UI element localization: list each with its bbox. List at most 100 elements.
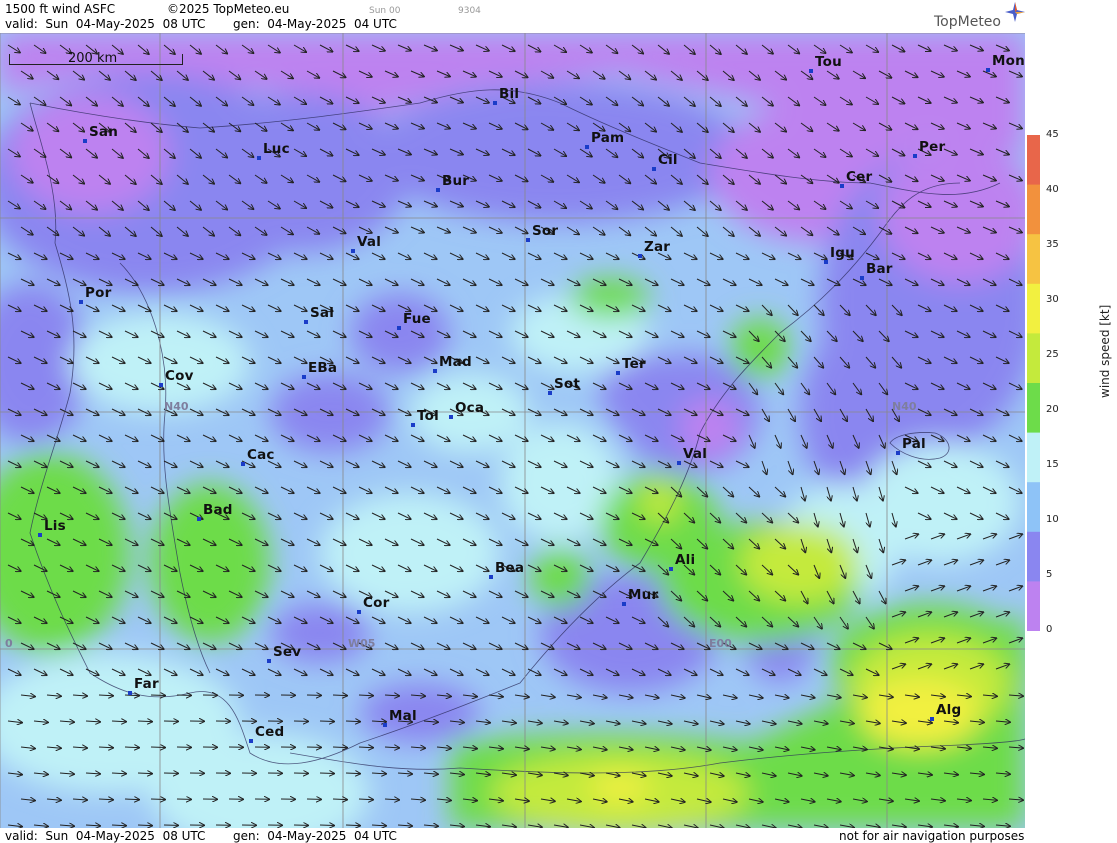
city-label: Cor [363,595,390,611]
wind-arrow [137,825,152,826]
city-dot [357,610,361,614]
footer-generated-time: gen: 04-May-2025 04 UTC [233,829,397,843]
city-label: Ali [675,552,696,568]
city-dot [241,462,245,466]
wind-field [0,33,1025,828]
city-dot [669,567,673,571]
city-label: Mon [992,53,1025,69]
wind-arrow [111,773,126,774]
city-label: Mal [389,708,417,724]
wind-arrow [111,721,126,722]
legend-tick-label: 40 [1046,184,1059,195]
city-dot [548,391,552,395]
city-dot [449,415,453,419]
city-dot [83,139,87,143]
legend-color-swatch [1027,234,1040,285]
copyright: ©2025 TopMeteo.eu [167,2,290,16]
city-label: Tou [815,54,842,70]
city-label: Bur [442,173,470,189]
legend-tick-label: 30 [1046,294,1059,305]
city-dot [616,371,620,375]
city-label: Sev [273,644,302,660]
grid-label-n40-west: N40 [164,400,189,413]
city-label: Far [134,676,159,692]
wind-arrow [358,747,373,748]
city-label: Bil [499,86,520,102]
legend-title: wind speed [kt] [1098,304,1112,398]
city-label: Val [683,446,708,462]
city-label: Oca [455,400,485,416]
city-dot [411,423,415,427]
footer-disclaimer: not for air navigation purposes [839,829,1025,843]
wind-arrow [150,799,165,800]
city-dot [638,254,642,258]
city-label: Bar [866,261,893,277]
wind-arrow [358,695,373,696]
city-dot [677,461,681,465]
legend-color-swatch [1027,581,1040,631]
legend-color-swatch [1027,432,1040,483]
city-label: Ced [255,724,285,740]
city-dot [433,369,437,373]
city-dot [493,101,497,105]
city-dot [913,154,917,158]
city-dot [585,145,589,149]
wind-arrow [111,825,126,826]
city-dot [159,383,163,387]
wind-arrow [345,773,360,774]
city-label: Cil [658,152,678,168]
city-label: Mad [439,354,472,370]
city-label: Sor [532,223,559,239]
generated-time: gen: 04-May-2025 04 UTC [233,17,397,31]
city-dot [622,602,626,606]
city-label: Pal [902,436,926,452]
grid-label-e00: E00 [709,637,732,650]
legend-color-swatch [1027,482,1040,533]
city-dot [249,739,253,743]
grid-label-w05: W05 [348,637,376,650]
city-dot [652,167,656,171]
wind-arrow [124,747,139,748]
legend-color-swatch [1027,184,1040,235]
city-label: Alg [936,702,962,718]
city-dot [489,575,493,579]
legend-color-swatch [1027,333,1040,384]
city-label: Lis [44,518,66,534]
map-title: 1500 ft wind ASFC [5,2,116,16]
city-label: Cov [165,368,194,384]
city-dot [436,188,440,192]
wind-arrow [358,799,373,800]
wind-arrow [319,773,334,774]
city-label: Tol [417,408,439,424]
wind-arrow [332,695,347,696]
wind-arrow [124,799,139,800]
city-label: Mur [628,587,659,603]
wind-arrow [319,825,334,826]
city-label: Igu [830,245,855,261]
city-label: Val [357,234,382,250]
header-extra-code: 9304 [458,6,481,16]
city-label: Luc [263,141,290,157]
wind-arrow [124,695,139,696]
city-label: Fue [403,311,431,327]
legend-color-swatch [1027,283,1040,334]
city-label: Sal [310,305,335,321]
city-label: Per [919,139,946,155]
city-label: San [89,124,119,140]
city-label: Cer [846,169,873,185]
city-dot [267,659,271,663]
wind-map[interactable]: 200 km N40 N40 W05 E00 0 Tou Mon Bil San Luc… [0,33,1025,828]
grid-label-zero: 0 [5,637,13,650]
compass-star-icon [1005,2,1025,22]
city-dot [809,69,813,73]
wind-arrow [332,799,347,800]
wind-arrow [137,721,152,722]
city-dot [79,300,83,304]
city-dot [302,375,306,379]
city-dot [351,249,355,253]
wind-arrow [137,773,152,774]
city-label: Sot [554,376,581,392]
legend-tick-label: 20 [1046,404,1059,415]
city-dot [257,156,261,160]
wind-arrow [332,747,347,748]
